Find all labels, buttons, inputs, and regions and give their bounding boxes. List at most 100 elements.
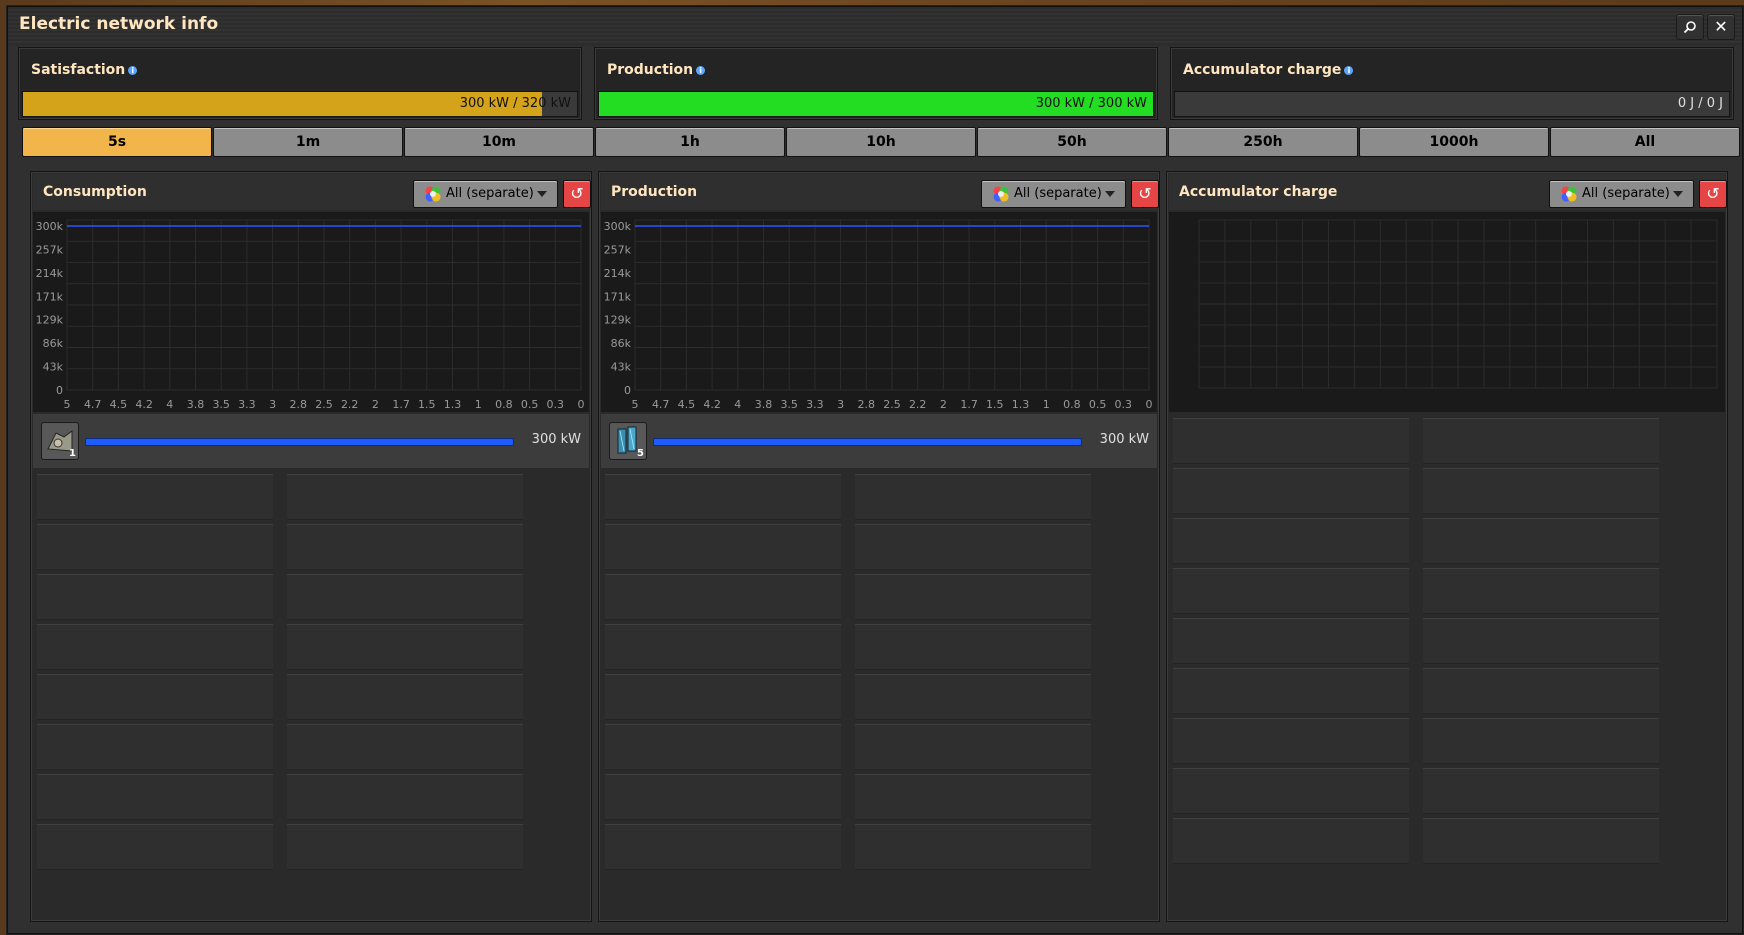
satisfaction-label: Satisfaction bbox=[31, 62, 126, 78]
empty-slot bbox=[605, 524, 841, 570]
x-tick-label: 0.3 bbox=[547, 398, 565, 411]
empty-slot bbox=[287, 524, 523, 570]
production-filter-dropdown[interactable]: All (separate) bbox=[981, 180, 1126, 208]
consumption-reset-button[interactable]: ↺ bbox=[563, 180, 591, 208]
empty-slot bbox=[605, 724, 841, 770]
solar-panel-icon[interactable]: 5 bbox=[609, 422, 647, 460]
empty-slot bbox=[1173, 618, 1409, 664]
accumulator-stat: Accumulator charge i 0 J / 0 J bbox=[1170, 47, 1734, 120]
empty-slot bbox=[605, 774, 841, 820]
accumulator-chart-svg bbox=[1198, 219, 1718, 389]
x-tick-label: 1 bbox=[1043, 398, 1050, 411]
x-tick-label: 4.7 bbox=[652, 398, 670, 411]
empty-slot bbox=[605, 574, 841, 620]
empty-slot bbox=[287, 824, 523, 870]
consumption-filter-dropdown[interactable]: All (separate) bbox=[413, 180, 558, 208]
empty-slot bbox=[37, 624, 273, 670]
y-tick-label: 129k bbox=[36, 314, 64, 327]
lab-icon[interactable]: 1 bbox=[41, 422, 79, 460]
x-tick-label: 3 bbox=[837, 398, 844, 411]
empty-slot bbox=[1173, 418, 1409, 464]
y-tick-label: 257k bbox=[604, 243, 632, 256]
close-button[interactable]: ✕ bbox=[1707, 14, 1735, 40]
empty-slot bbox=[605, 824, 841, 870]
y-tick-label: 171k bbox=[604, 290, 632, 303]
empty-slot bbox=[855, 574, 1091, 620]
x-tick-label: 0 bbox=[1146, 398, 1153, 411]
tab-1000h[interactable]: 1000h bbox=[1359, 127, 1549, 157]
x-tick-label: 0.5 bbox=[521, 398, 539, 411]
tab-250h[interactable]: 250h bbox=[1168, 127, 1358, 157]
empty-slot bbox=[855, 624, 1091, 670]
y-tick-label: 0 bbox=[56, 384, 63, 397]
satisfaction-bar: 300 kW / 320 kW bbox=[22, 91, 578, 117]
accumulator-filter-dropdown[interactable]: All (separate) bbox=[1549, 180, 1694, 208]
x-tick-label: 4.7 bbox=[84, 398, 102, 411]
consumption-chart-svg: 300k257k214k171k129k86k43k05 4.7 4.5 4.2 4 3.… bbox=[36, 219, 585, 411]
tab-10m[interactable]: 10m bbox=[404, 127, 594, 157]
production-legend-row[interactable]: 5 300 kW bbox=[601, 414, 1157, 468]
empty-slot bbox=[1173, 568, 1409, 614]
info-icon[interactable]: i bbox=[1344, 65, 1354, 75]
tab-5s[interactable]: 5s bbox=[22, 127, 212, 157]
x-tick-label: 0.5 bbox=[1089, 398, 1107, 411]
production-stat: Production i 300 kW / 300 kW bbox=[594, 47, 1158, 120]
chevron-down-icon bbox=[537, 191, 547, 197]
y-tick-label: 214k bbox=[36, 267, 64, 280]
production-reset-button[interactable]: ↺ bbox=[1131, 180, 1159, 208]
search-icon bbox=[1683, 21, 1696, 34]
color-wheel-icon bbox=[993, 186, 1009, 202]
consumption-legend-value: 300 kW bbox=[531, 432, 581, 447]
x-tick-label: 1 bbox=[475, 398, 482, 411]
y-tick-label: 129k bbox=[604, 314, 632, 327]
y-tick-label: 300k bbox=[36, 220, 64, 233]
info-icon[interactable]: i bbox=[696, 65, 706, 75]
y-tick-label: 43k bbox=[43, 361, 64, 374]
consumption-title: Consumption bbox=[43, 184, 147, 200]
empty-slot bbox=[1423, 518, 1659, 564]
empty-slot bbox=[37, 824, 273, 870]
y-tick-label: 171k bbox=[36, 290, 64, 303]
y-tick-label: 0 bbox=[624, 384, 631, 397]
tab-50h[interactable]: 50h bbox=[977, 127, 1167, 157]
empty-slot bbox=[855, 674, 1091, 720]
x-tick-label: 2 bbox=[372, 398, 379, 411]
x-tick-label: 2.5 bbox=[315, 398, 333, 411]
production-legend-bar bbox=[653, 438, 1082, 446]
empty-slot bbox=[1423, 718, 1659, 764]
x-tick-label: 2 bbox=[940, 398, 947, 411]
tab-1h[interactable]: 1h bbox=[595, 127, 785, 157]
x-tick-label: 5 bbox=[632, 398, 639, 411]
consumption-legend-row[interactable]: 1 300 kW bbox=[33, 414, 589, 468]
empty-slot bbox=[37, 474, 273, 520]
empty-slot bbox=[1173, 468, 1409, 514]
electric-network-window: Electric network info ✕ Satisfaction i 30… bbox=[7, 6, 1743, 934]
production-dropdown-label: All (separate) bbox=[1014, 186, 1102, 201]
empty-slot bbox=[1423, 468, 1659, 514]
empty-slot bbox=[855, 524, 1091, 570]
x-tick-label: 3.3 bbox=[238, 398, 256, 411]
satisfaction-stat: Satisfaction i 300 kW / 320 kW bbox=[18, 47, 582, 120]
x-tick-label: 1.7 bbox=[392, 398, 410, 411]
empty-slot bbox=[287, 474, 523, 520]
empty-slot bbox=[605, 674, 841, 720]
tab-1m[interactable]: 1m bbox=[213, 127, 403, 157]
search-button[interactable] bbox=[1676, 14, 1704, 40]
empty-slot bbox=[855, 774, 1091, 820]
empty-slot bbox=[1173, 668, 1409, 714]
x-tick-label: 4.5 bbox=[678, 398, 696, 411]
empty-slot bbox=[855, 724, 1091, 770]
titlebar[interactable]: Electric network info ✕ bbox=[8, 7, 1742, 45]
info-icon[interactable]: i bbox=[128, 65, 138, 75]
tab-all[interactable]: All bbox=[1550, 127, 1740, 157]
tab-10h[interactable]: 10h bbox=[786, 127, 976, 157]
empty-slot bbox=[1423, 668, 1659, 714]
accumulator-title: Accumulator charge bbox=[1179, 184, 1338, 200]
accumulator-reset-button[interactable]: ↺ bbox=[1699, 180, 1727, 208]
empty-slot bbox=[605, 474, 841, 520]
empty-slot bbox=[1173, 518, 1409, 564]
x-tick-label: 3.8 bbox=[187, 398, 205, 411]
empty-slot bbox=[1173, 768, 1409, 814]
production-panel: Production All (separate) ↺ 300k 257k 214k… bbox=[598, 171, 1160, 922]
x-tick-label: 1.3 bbox=[444, 398, 462, 411]
